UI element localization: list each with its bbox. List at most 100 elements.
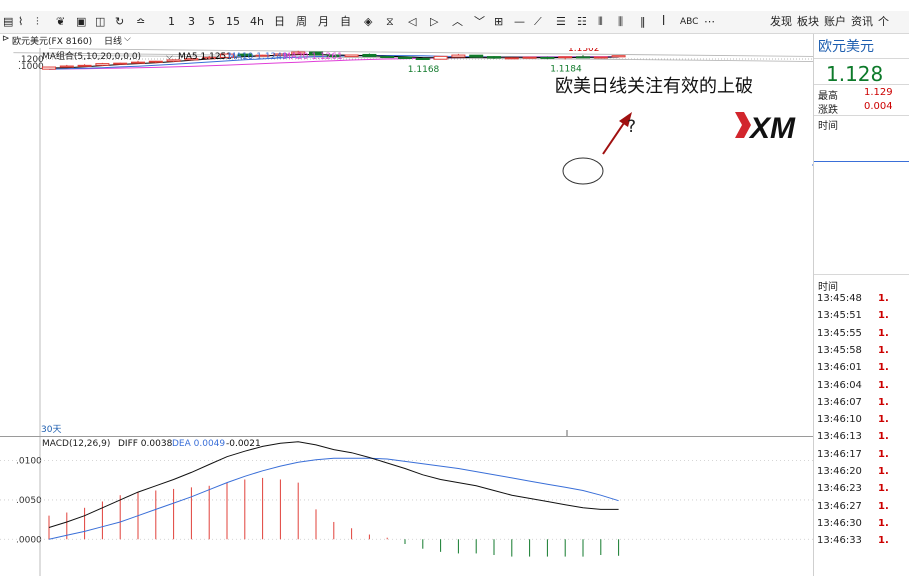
start-label: 30天	[41, 425, 61, 435]
candle-body	[504, 57, 519, 60]
toolbar: ▤ ⌇ ⫶ ❦ ▣ ◫ ↻ ≏ 1 3 5 15 4h 日 周 月 自 ◈ ⧖ …	[0, 11, 909, 34]
layout2-icon[interactable]: ☷	[577, 13, 587, 31]
price-label: 1.1421	[283, 48, 315, 50]
dea-label: DEA 0.0049	[172, 439, 225, 449]
xm-logo-text: XM	[748, 112, 796, 145]
minus-icon[interactable]: —	[514, 13, 525, 31]
period-4h[interactable]: 4h	[250, 13, 264, 31]
candle-body	[469, 54, 484, 58]
tick-price: 1.	[878, 362, 889, 374]
diamond-icon[interactable]: ◈	[364, 13, 372, 31]
layout1-icon[interactable]: ☰	[556, 13, 566, 31]
period-week[interactable]: 周	[296, 13, 307, 31]
draw-icon[interactable]: ⟋	[534, 13, 542, 31]
ma5-legend: MA5 1.1251	[178, 52, 232, 62]
chart-window: ▤ ⌇ ⫶ ❦ ▣ ◫ ↻ ≏ 1 3 5 15 4h 日 周 月 自 ◈ ⧖ …	[0, 0, 909, 576]
tick-price: 1.	[878, 327, 889, 339]
bars4-icon[interactable]: ⦀	[598, 13, 603, 31]
tick-price: 1.	[878, 293, 889, 304]
compare-icon[interactable]: ⫶	[36, 13, 39, 31]
hist-label: -0.0021	[226, 439, 261, 449]
change-label: 涨跌	[818, 105, 838, 116]
left-icon[interactable]: ◁	[408, 13, 416, 31]
bars2-icon[interactable]: ‖	[640, 13, 646, 31]
tick-time: 13:46:13	[817, 431, 862, 443]
more-button[interactable]: ⋯	[704, 13, 715, 31]
candle-body	[576, 56, 590, 59]
candle-body	[59, 65, 74, 68]
tick-time: 13:46:33	[817, 535, 862, 547]
period-label[interactable]: 日线	[104, 34, 122, 47]
candle-body	[540, 56, 555, 59]
nav-personal[interactable]: 个	[878, 13, 889, 31]
info-bar: ⊳ 欧元美元(FX 8160) 日线 ⌵	[0, 34, 909, 48]
ticks-header: 时间	[818, 282, 838, 293]
right-icon[interactable]: ▷	[430, 13, 438, 31]
tick-time: 13:46:20	[817, 466, 862, 477]
bars3-icon[interactable]: ⫼	[618, 13, 623, 31]
tick-price: 1.	[878, 310, 889, 322]
export-icon[interactable]: ▣	[76, 13, 86, 31]
period-5m[interactable]: 5	[208, 13, 215, 31]
price-label: 1.1168	[408, 65, 440, 75]
period-custom[interactable]: 自	[340, 13, 351, 31]
refresh-icon[interactable]: ↻	[115, 13, 124, 31]
indicator-icon[interactable]: ≏	[136, 13, 145, 31]
nav-sectors[interactable]: 板块	[797, 13, 819, 31]
panel-divider	[814, 84, 909, 85]
chevron-down-icon: ⌵	[166, 52, 173, 62]
period-day[interactable]: 日	[274, 13, 285, 31]
ma-legend: MA组合(5,10,20,0,0,0)	[42, 50, 141, 62]
expand-icon[interactable]: ⊳	[2, 34, 10, 44]
down-icon[interactable]: ﹀	[474, 13, 485, 31]
nav-account[interactable]: 账户	[824, 13, 846, 31]
tick-time: 13:45:55	[817, 327, 862, 339]
tick-price: 1.	[878, 379, 889, 391]
candle-body	[611, 55, 626, 58]
period-3m[interactable]: 3	[188, 13, 195, 31]
price-label: 1.1302	[568, 48, 600, 54]
tick-time: 13:46:30	[817, 517, 862, 529]
period-15m[interactable]: 15	[226, 13, 240, 31]
panel-divider	[814, 274, 909, 275]
price-label: 1.1184	[550, 64, 582, 74]
candle-body	[344, 54, 359, 58]
nav-news[interactable]: 资讯	[851, 13, 873, 31]
tick-price: 1.	[878, 414, 889, 426]
diff-label: DIFF 0.0038	[118, 439, 173, 449]
change-value: 0.004	[864, 101, 893, 112]
candle-body	[77, 64, 92, 67]
table-icon[interactable]: ▤	[3, 13, 13, 31]
panel-divider	[814, 58, 909, 59]
tick-time: 13:46:23	[817, 483, 862, 495]
period-1m[interactable]: 1	[168, 13, 175, 31]
macd-y-tick-label: .0000	[16, 535, 42, 545]
tick-price: 1.	[878, 431, 889, 443]
tick-time: 13:46:07	[817, 396, 862, 408]
candle-body	[362, 53, 377, 58]
time-label: 时间	[818, 121, 838, 132]
panel-divider	[814, 115, 909, 116]
line-tool-icon[interactable]: ⌇	[18, 13, 23, 31]
tick-time: 13:46:04	[817, 379, 862, 391]
ma20-legend: MA20 1.1261	[283, 52, 343, 62]
hourglass-icon[interactable]: ⧖	[386, 13, 394, 31]
candle-body	[451, 54, 466, 58]
chevron-down-icon[interactable]: ⌵	[124, 34, 131, 44]
bars-icon[interactable]: ꟾ	[662, 13, 665, 31]
macd-y-tick-label: .0100	[16, 457, 42, 467]
candle-body	[558, 56, 573, 59]
grid-icon[interactable]: ⊞	[494, 13, 503, 31]
quote-panel: 欧元美元 1.128 最高 1.129 涨跌 0.004 时间 时间 13:45…	[813, 34, 909, 576]
save-icon[interactable]: ◫	[95, 13, 105, 31]
pattern-icon[interactable]: ❦	[56, 13, 65, 31]
up-icon[interactable]: ︿	[452, 13, 463, 31]
tick-price: 1.	[878, 396, 889, 408]
candle-body	[433, 55, 448, 60]
tick-time: 13:46:10	[817, 414, 862, 426]
nav-discover[interactable]: 发现	[770, 13, 792, 31]
abc-button[interactable]: ABC	[680, 13, 698, 31]
tick-time: 13:45:48	[817, 293, 862, 304]
period-month[interactable]: 月	[318, 13, 329, 31]
candle-body	[593, 56, 608, 59]
